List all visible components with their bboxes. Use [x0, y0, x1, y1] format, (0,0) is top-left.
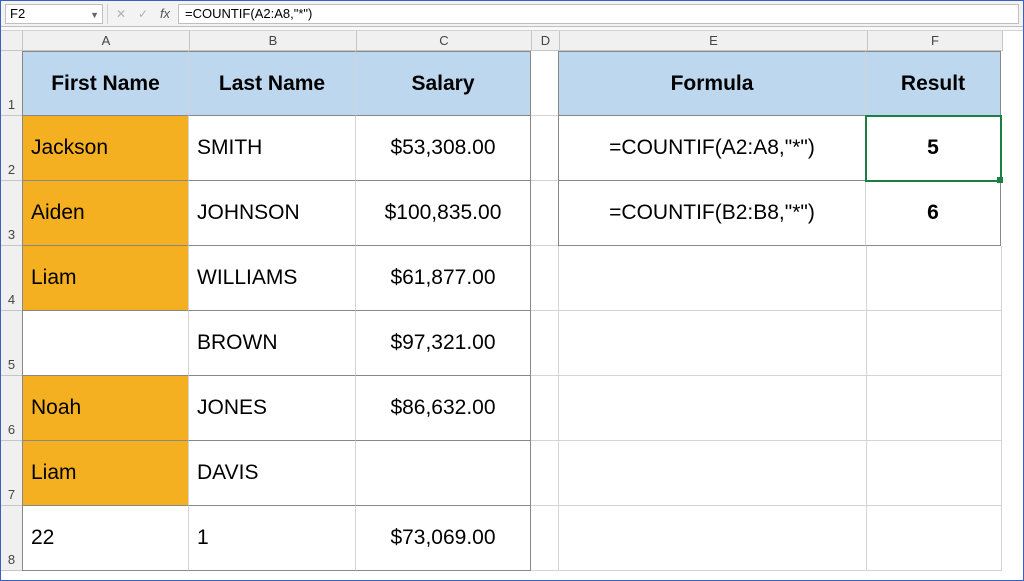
cell-last-name[interactable]: DAVIS — [189, 441, 356, 506]
cell-value: 5 — [927, 136, 939, 160]
cell[interactable] — [867, 246, 1002, 311]
cell-first-name[interactable] — [22, 311, 189, 376]
column-headers: A B C D E F — [1, 31, 1023, 51]
cell-last-name[interactable]: WILLIAMS — [189, 246, 356, 311]
cell-last-name[interactable]: JONES — [189, 376, 356, 441]
cell-formula[interactable]: =COUNTIF(B2:B8,"*") — [558, 181, 866, 246]
cell-first-name[interactable]: Liam — [22, 441, 189, 506]
cell-last-name[interactable]: SMITH — [189, 116, 356, 181]
cell[interactable] — [531, 246, 559, 311]
cell[interactable] — [531, 116, 559, 181]
column-header[interactable]: F — [868, 31, 1003, 51]
cell[interactable] — [531, 376, 559, 441]
cell-first-name[interactable]: 22 — [22, 506, 189, 571]
fill-handle[interactable] — [997, 177, 1003, 183]
row-header[interactable]: 8 — [1, 506, 23, 571]
cell-salary[interactable]: $73,069.00 — [356, 506, 531, 571]
cell-first-name[interactable]: Jackson — [22, 116, 189, 181]
header-formula[interactable]: Formula — [558, 51, 866, 116]
table-row: 7 Liam DAVIS — [1, 441, 1023, 506]
cell-salary[interactable]: $97,321.00 — [356, 311, 531, 376]
cell-last-name[interactable]: BROWN — [189, 311, 356, 376]
cell-first-name[interactable]: Aiden — [22, 181, 189, 246]
name-box-value: F2 — [10, 6, 25, 21]
column-header[interactable]: E — [560, 31, 868, 51]
cell[interactable] — [559, 506, 867, 571]
column-header[interactable]: A — [23, 31, 190, 51]
row-header[interactable]: 5 — [1, 311, 23, 376]
cell[interactable] — [867, 376, 1002, 441]
cell[interactable] — [559, 311, 867, 376]
row-header[interactable]: 2 — [1, 116, 23, 181]
header-result[interactable]: Result — [866, 51, 1001, 116]
cell-first-name[interactable]: Noah — [22, 376, 189, 441]
cell[interactable] — [867, 311, 1002, 376]
cell-result[interactable]: 6 — [866, 181, 1001, 246]
cell[interactable] — [531, 181, 559, 246]
cell-last-name[interactable]: JOHNSON — [189, 181, 356, 246]
column-header[interactable]: D — [532, 31, 560, 51]
table-row: 8 22 1 $73,069.00 — [1, 506, 1023, 571]
name-box[interactable]: F2 ▼ — [5, 4, 103, 24]
cell-salary[interactable]: $86,632.00 — [356, 376, 531, 441]
rows: 1 First Name Last Name Salary Formula Re… — [1, 51, 1023, 571]
table-row: 3 Aiden JOHNSON $100,835.00 =COUNTIF(B2:… — [1, 181, 1023, 246]
column-header[interactable]: B — [190, 31, 357, 51]
accept-formula-icon[interactable]: ✓ — [134, 5, 152, 23]
table-row: 5 BROWN $97,321.00 — [1, 311, 1023, 376]
formula-bar: F2 ▼ ✕ ✓ fx =COUNTIF(A2:A8,"*") — [1, 1, 1023, 27]
cell[interactable] — [559, 246, 867, 311]
cell-salary[interactable]: $100,835.00 — [356, 181, 531, 246]
cell-result[interactable]: 5 — [866, 116, 1001, 181]
fx-icon[interactable]: fx — [156, 5, 174, 23]
row-header[interactable]: 3 — [1, 181, 23, 246]
cell-formula[interactable]: =COUNTIF(A2:A8,"*") — [558, 116, 866, 181]
row-header[interactable]: 1 — [1, 51, 23, 116]
header-salary[interactable]: Salary — [356, 51, 531, 116]
cell[interactable] — [531, 506, 559, 571]
cell[interactable] — [559, 376, 867, 441]
header-first-name[interactable]: First Name — [22, 51, 189, 116]
formula-text: =COUNTIF(A2:A8,"*") — [185, 6, 312, 21]
cell-salary[interactable]: $53,308.00 — [356, 116, 531, 181]
table-row: 2 Jackson SMITH $53,308.00 =COUNTIF(A2:A… — [1, 116, 1023, 181]
row-header[interactable]: 4 — [1, 246, 23, 311]
cell[interactable] — [531, 51, 559, 116]
table-row: 6 Noah JONES $86,632.00 — [1, 376, 1023, 441]
cell-salary[interactable] — [356, 441, 531, 506]
cell-salary[interactable]: $61,877.00 — [356, 246, 531, 311]
table-row: 1 First Name Last Name Salary Formula Re… — [1, 51, 1023, 116]
spreadsheet-grid[interactable]: A B C D E F 1 First Name Last Name Salar… — [1, 31, 1023, 571]
cell-last-name[interactable]: 1 — [189, 506, 356, 571]
cell[interactable] — [867, 506, 1002, 571]
header-last-name[interactable]: Last Name — [189, 51, 356, 116]
row-header[interactable]: 6 — [1, 376, 23, 441]
cell-first-name[interactable]: Liam — [22, 246, 189, 311]
table-row: 4 Liam WILLIAMS $61,877.00 — [1, 246, 1023, 311]
row-header[interactable]: 7 — [1, 441, 23, 506]
cell[interactable] — [531, 441, 559, 506]
cell[interactable] — [867, 441, 1002, 506]
cell[interactable] — [559, 441, 867, 506]
cancel-formula-icon[interactable]: ✕ — [112, 5, 130, 23]
cell[interactable] — [531, 311, 559, 376]
divider — [107, 4, 108, 24]
chevron-down-icon[interactable]: ▼ — [90, 10, 99, 20]
formula-input[interactable]: =COUNTIF(A2:A8,"*") — [178, 4, 1019, 24]
column-header[interactable]: C — [357, 31, 532, 51]
select-all-corner[interactable] — [1, 31, 23, 51]
